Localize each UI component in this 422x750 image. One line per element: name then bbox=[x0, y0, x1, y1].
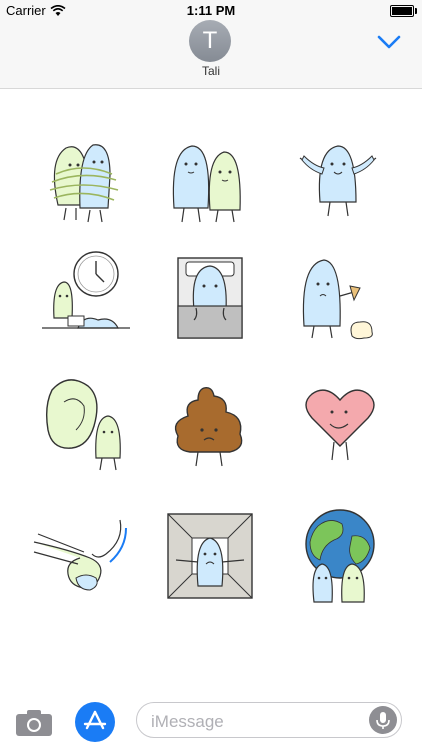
status-time: 1:11 PM bbox=[186, 3, 236, 18]
sticker-clock-desk[interactable] bbox=[38, 250, 138, 350]
compose-bar: iMessage bbox=[0, 696, 422, 750]
appstore-button[interactable] bbox=[75, 702, 115, 742]
battery-icon bbox=[390, 5, 417, 17]
camera-icon[interactable] bbox=[14, 706, 54, 738]
message-placeholder: iMessage bbox=[151, 712, 224, 731]
sticker-in-bed[interactable] bbox=[160, 250, 260, 350]
sticker-two-friends[interactable] bbox=[160, 130, 260, 230]
chevron-down-icon[interactable] bbox=[376, 34, 402, 50]
status-bar: Carrier 1:11 PM bbox=[0, 0, 422, 20]
mic-button[interactable] bbox=[369, 706, 397, 734]
message-input[interactable]: iMessage bbox=[136, 702, 402, 738]
sticker-arms-open[interactable] bbox=[290, 130, 390, 230]
sticker-big-ear[interactable] bbox=[38, 376, 138, 476]
sticker-dropped-icecream[interactable] bbox=[290, 250, 390, 350]
battery-fill bbox=[392, 7, 412, 15]
sticker-hug-arms[interactable] bbox=[30, 506, 130, 606]
sticker-heart[interactable] bbox=[290, 376, 390, 476]
contact-name[interactable]: Tali bbox=[0, 64, 422, 78]
avatar-initial: T bbox=[202, 27, 218, 54]
sticker-poop[interactable] bbox=[160, 376, 260, 476]
contact-avatar[interactable]: T bbox=[189, 20, 231, 62]
conversation-header: T Tali bbox=[0, 20, 422, 89]
appstore-icon bbox=[83, 710, 107, 730]
sticker-holding-earth[interactable] bbox=[290, 506, 390, 606]
sticker-box-room[interactable] bbox=[160, 506, 260, 606]
sticker-hugging-tied[interactable] bbox=[38, 130, 138, 230]
microphone-icon bbox=[376, 712, 390, 729]
